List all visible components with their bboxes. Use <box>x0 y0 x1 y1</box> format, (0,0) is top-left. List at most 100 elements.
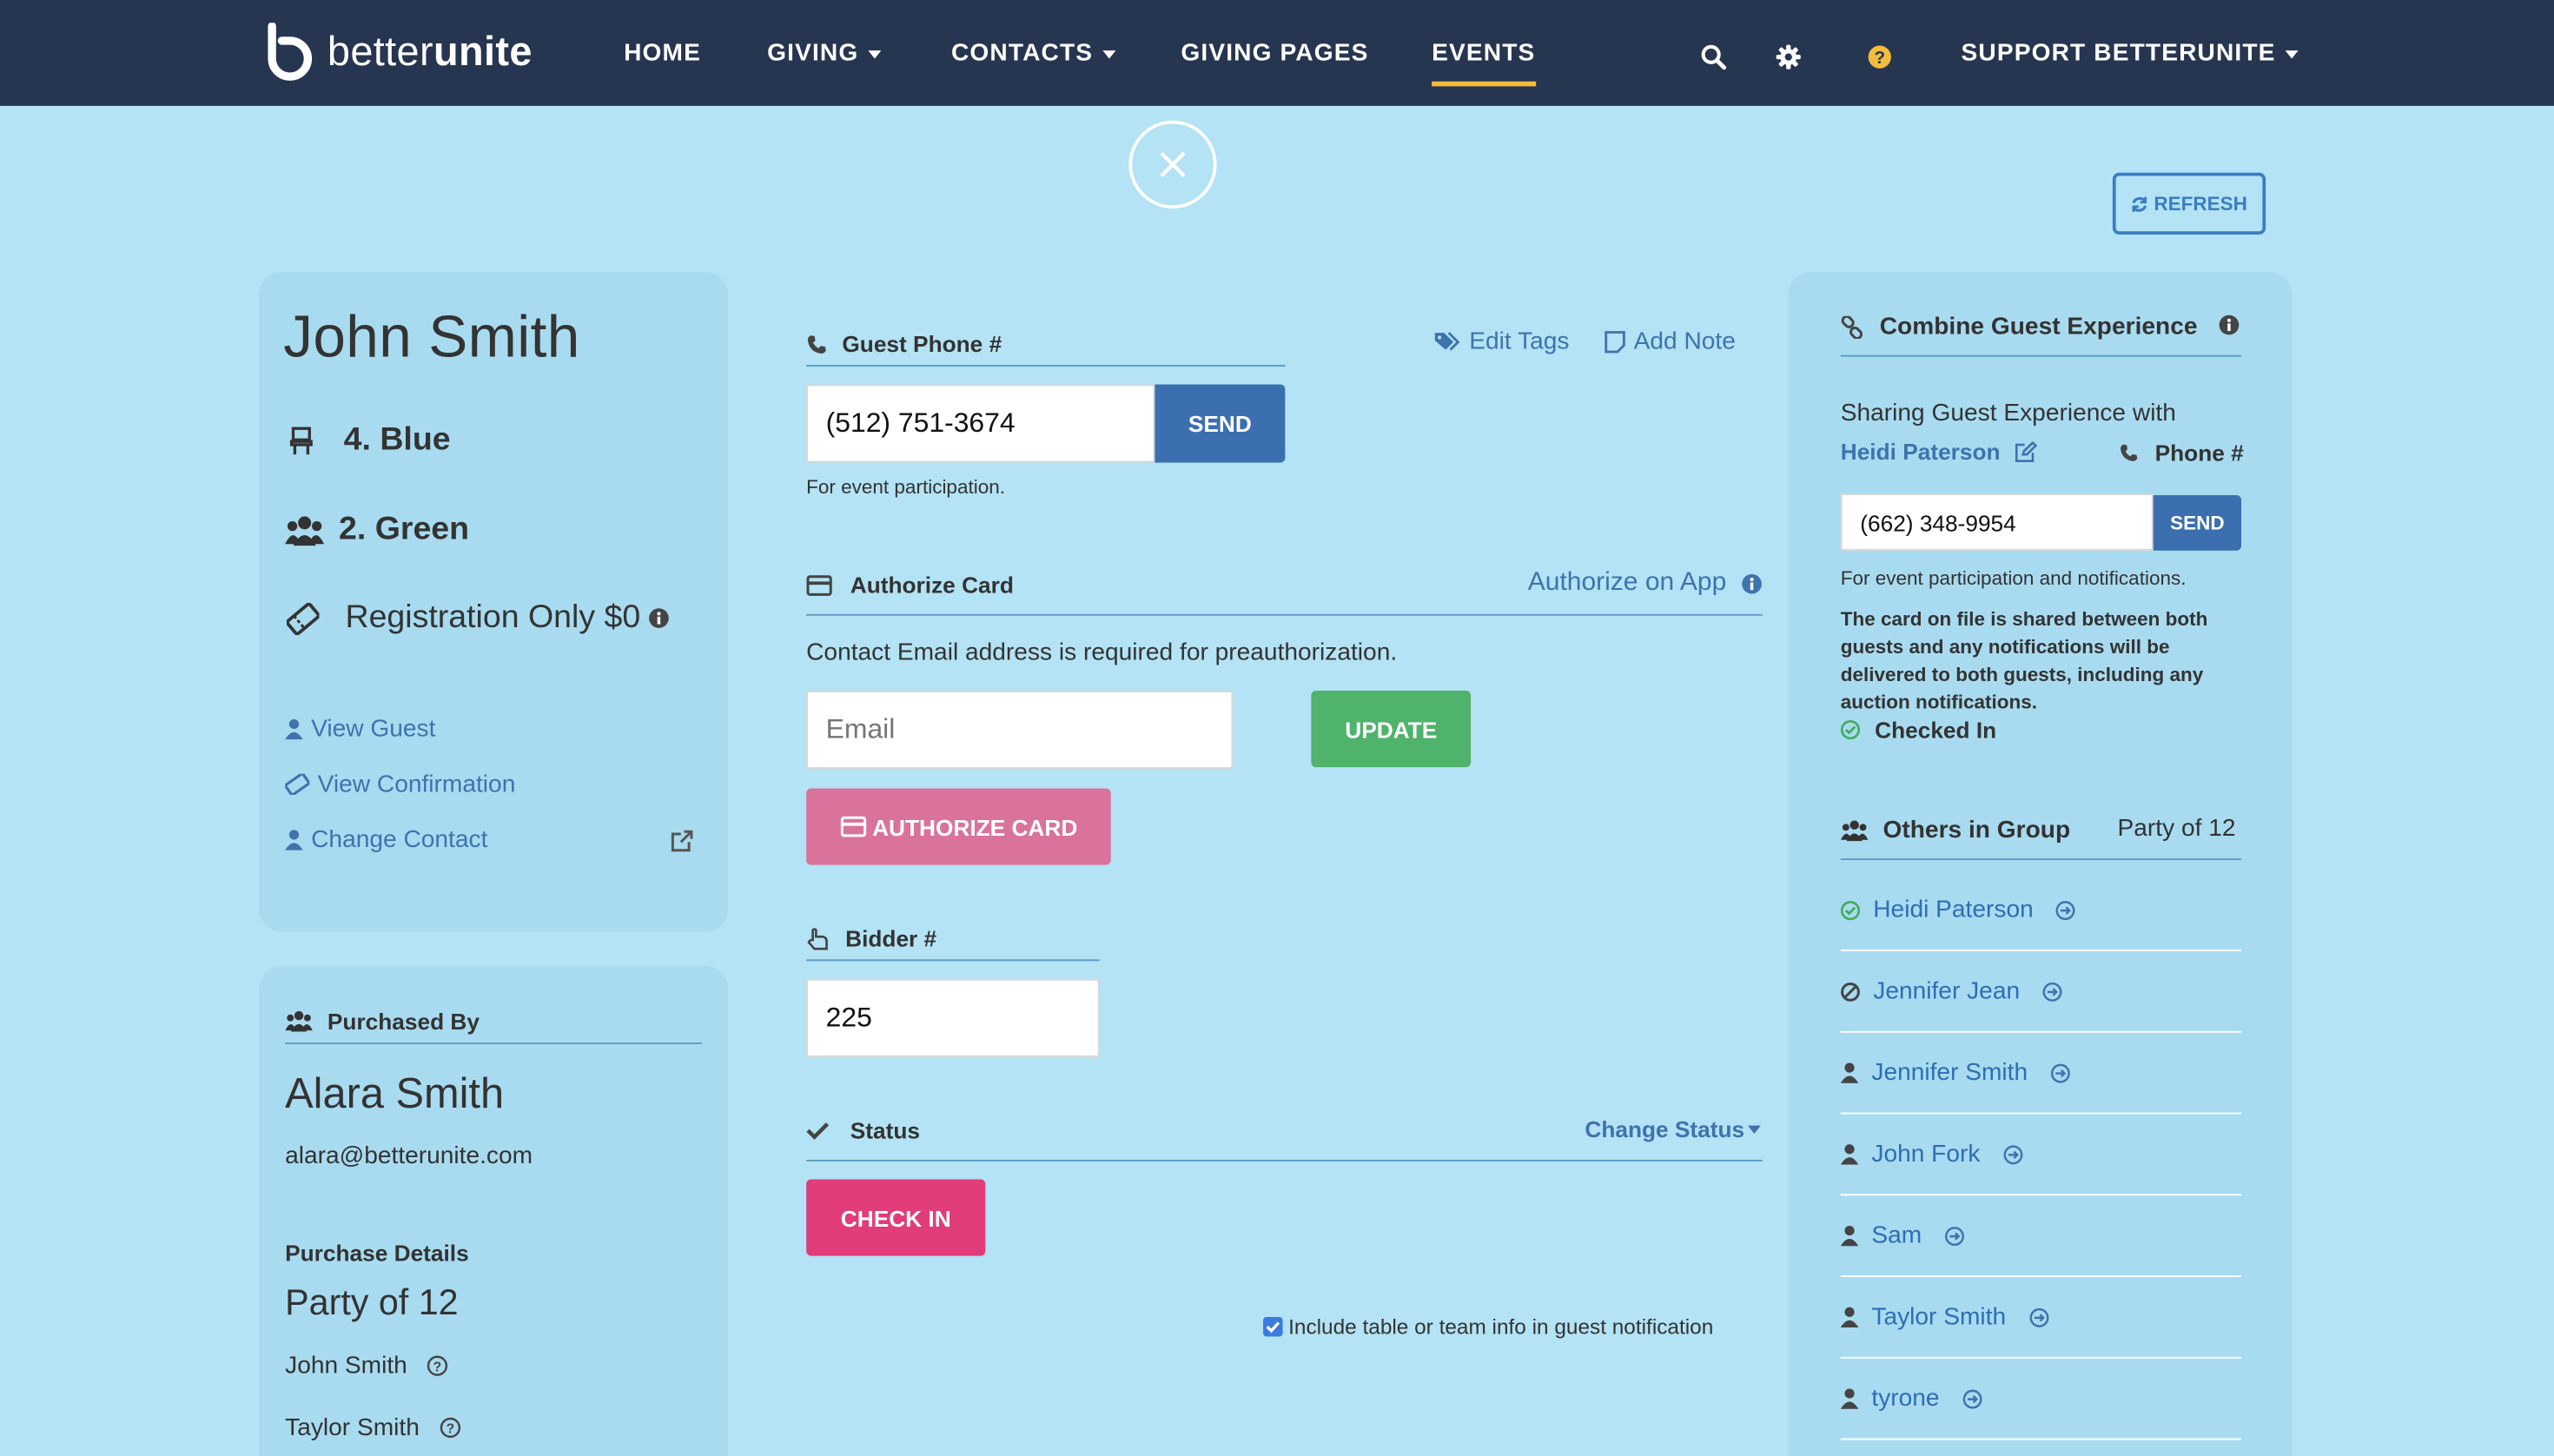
svg-text:?: ? <box>433 1360 442 1374</box>
info-icon[interactable] <box>649 607 670 628</box>
nav-events[interactable]: EVENTS <box>1432 39 1536 87</box>
group-member-row[interactable]: tyrone <box>1840 1359 2241 1440</box>
divider <box>1840 354 2241 357</box>
group-member-row[interactable]: Jennifer Jean <box>1840 951 2241 1033</box>
group-member-row[interactable]: Sam <box>1840 1195 2241 1277</box>
check-icon <box>806 1122 830 1140</box>
nav-giving-pages[interactable]: GIVING PAGES <box>1181 39 1368 67</box>
view-confirmation-link[interactable]: View Confirmation <box>285 771 515 798</box>
active-tab-indicator <box>1432 81 1536 87</box>
arrow-circle-right-icon[interactable] <box>2028 1307 2048 1327</box>
nav-contacts[interactable]: CONTACTS <box>951 39 1116 67</box>
chevron-down-icon <box>2285 50 2299 58</box>
nav-home[interactable]: HOME <box>624 39 701 67</box>
update-button[interactable]: UPDATE <box>1311 691 1472 768</box>
link-icon <box>1841 314 1863 339</box>
user-icon <box>1840 1062 1859 1083</box>
group-member-row[interactable]: Heidi Paterson <box>1840 870 2241 951</box>
divider <box>806 613 1763 616</box>
include-info-checkbox[interactable] <box>1262 1316 1283 1337</box>
group-member-name[interactable]: Sam <box>1871 1221 1922 1249</box>
group-member-name[interactable]: Taylor Smith <box>1871 1303 2006 1331</box>
guest-ticket: Registration Only $0 <box>287 599 670 637</box>
info-icon[interactable] <box>1741 572 1762 593</box>
group-member-name[interactable]: tyrone <box>1871 1385 1939 1413</box>
divider <box>285 1042 703 1044</box>
close-button[interactable] <box>1128 120 1217 208</box>
send-phone-button[interactable]: SEND <box>1155 384 1286 463</box>
partner-send-button[interactable]: SEND <box>2153 495 2241 551</box>
credit-card-icon <box>806 574 832 595</box>
include-info-option: Include table or team info in guest noti… <box>1262 1314 1713 1339</box>
view-guest-link[interactable]: View Guest <box>285 715 435 743</box>
search-icon[interactable] <box>1701 44 1727 70</box>
nav-support-menu[interactable]: SUPPORT BETTERUNITE <box>1962 39 2299 67</box>
authorize-card-button[interactable]: AUTHORIZE CARD <box>806 788 1111 865</box>
guest-phone-heading: Guest Phone # <box>806 331 1002 357</box>
gear-icon[interactable] <box>1776 44 1802 70</box>
external-link-icon[interactable] <box>670 829 694 853</box>
check-in-button[interactable]: CHECK IN <box>806 1179 986 1256</box>
phone-help-text: For event participation. <box>806 475 1005 499</box>
group-member-row[interactable]: John Fork <box>1840 1115 2241 1196</box>
svg-text:?: ? <box>1874 48 1885 68</box>
user-icon <box>1840 1144 1859 1165</box>
divider <box>806 959 1100 962</box>
group-member-name[interactable]: Jennifer Smith <box>1871 1059 2028 1087</box>
purchase-details-heading: Purchase Details <box>285 1239 469 1266</box>
edit-tags-link[interactable]: Edit Tags <box>1433 328 1569 355</box>
group-member-name[interactable]: Heidi Paterson <box>1873 896 2033 923</box>
help-icon[interactable]: ? <box>1867 44 1893 70</box>
betterunite-logo[interactable]: betterunite <box>266 23 533 82</box>
arrow-circle-right-icon[interactable] <box>2002 1144 2023 1164</box>
group-member-row[interactable]: Taylor Smith <box>1840 1277 2241 1359</box>
pointer-hand-icon <box>807 927 828 950</box>
refresh-button[interactable]: REFRESH <box>2112 172 2266 235</box>
purchased-by-heading: Purchased By <box>285 1009 480 1035</box>
sharing-label: Sharing Guest Experience with <box>1840 399 2176 427</box>
question-circle-icon[interactable]: ? <box>427 1355 448 1376</box>
logo-text: betterunite <box>327 28 533 75</box>
divider <box>806 365 1286 367</box>
refresh-icon <box>2133 195 2147 211</box>
bidder-heading: Bidder # <box>806 925 936 951</box>
change-contact-link[interactable]: Change Contact <box>285 826 487 854</box>
combine-guest-heading: Combine Guest Experience <box>1841 313 2197 341</box>
user-icon <box>285 718 303 740</box>
arrow-circle-right-icon[interactable] <box>2056 900 2076 920</box>
arrow-circle-right-icon[interactable] <box>1962 1388 1982 1408</box>
add-note-link[interactable]: Add Note <box>1605 328 1736 355</box>
edit-icon[interactable] <box>2015 440 2038 461</box>
info-icon[interactable] <box>2219 314 2240 335</box>
checked-in-status: Checked In <box>1840 717 1996 743</box>
group-member-name[interactable]: John Fork <box>1871 1141 1980 1168</box>
group-member-row[interactable]: Jennifer Smith <box>1840 1033 2241 1115</box>
authorize-on-app-link[interactable]: Authorize on App <box>1528 568 1763 598</box>
nav-giving[interactable]: GIVING <box>767 39 882 67</box>
betterunite-logo-icon <box>268 23 313 81</box>
chevron-down-icon <box>868 50 882 58</box>
users-icon <box>1840 819 1869 841</box>
bidder-number-input[interactable]: 225 <box>806 978 1100 1057</box>
arrow-circle-right-icon[interactable] <box>2050 1062 2070 1082</box>
ban-icon <box>1841 982 1860 1001</box>
guest-team: 2. Green <box>285 512 469 549</box>
group-member-name[interactable]: Jennifer Jean <box>1873 977 2020 1005</box>
arrow-circle-right-icon[interactable] <box>2042 981 2062 1002</box>
purchase-guest-row: Taylor Smith ? <box>285 1414 460 1441</box>
phone-icon <box>807 334 826 354</box>
change-status-dropdown[interactable]: Change Status <box>1585 1115 1761 1142</box>
users-icon <box>285 1010 313 1032</box>
chair-icon <box>289 426 313 454</box>
email-input[interactable] <box>806 691 1234 769</box>
credit-card-icon <box>839 816 866 837</box>
partner-phone-input[interactable]: (662) 348-9954 <box>1840 493 2154 551</box>
svg-text:?: ? <box>446 1422 454 1437</box>
group-party-size: Party of 12 <box>2117 814 2236 843</box>
partner-guest-link[interactable]: Heidi Paterson <box>1841 438 2038 464</box>
guest-phone-input[interactable]: (512) 751-3674 <box>806 384 1155 463</box>
check-circle-icon <box>1840 900 1861 920</box>
question-circle-icon[interactable]: ? <box>439 1417 460 1439</box>
user-icon <box>285 830 303 850</box>
arrow-circle-right-icon[interactable] <box>1944 1226 1964 1246</box>
